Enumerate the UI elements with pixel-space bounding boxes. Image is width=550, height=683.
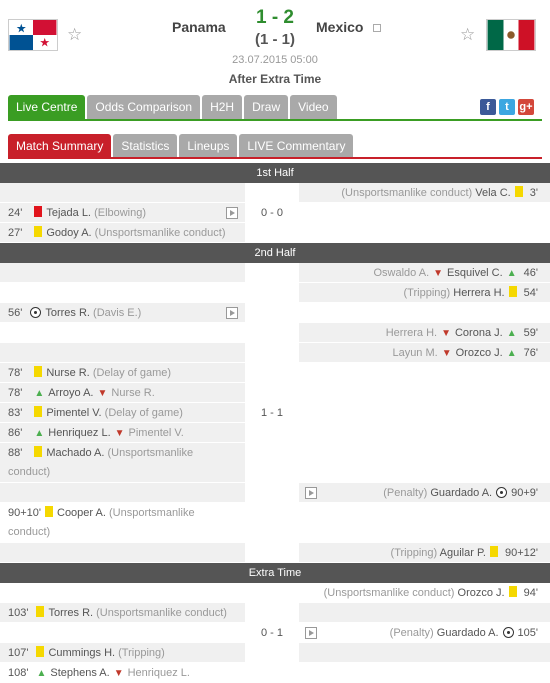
red-card-icon xyxy=(34,206,43,217)
match-status: After Extra Time xyxy=(228,72,322,86)
yellow-card-icon xyxy=(36,646,45,657)
sub-tabs: Match Summary Statistics Lineups LIVE Co… xyxy=(8,134,354,158)
social-share: f t g+ xyxy=(480,99,534,115)
match-events: 1st Half (Unsportsmanlike conduct) Vela … xyxy=(0,163,550,683)
yellow-card-icon xyxy=(514,186,523,197)
section-second-half: 2nd Half xyxy=(0,243,550,263)
yellow-card-icon xyxy=(34,366,43,377)
goal-ball-icon xyxy=(496,487,508,498)
sub-out-arrow-icon: ▼ xyxy=(433,268,444,279)
sub-out-arrow-icon: ▼ xyxy=(113,668,124,679)
favorite-away-star-icon[interactable]: ☆ xyxy=(460,25,475,45)
first-half-score: 0 - 0 xyxy=(245,183,299,243)
sub-out-arrow-icon: ▼ xyxy=(97,388,108,399)
tab-statistics[interactable]: Statistics xyxy=(113,134,178,158)
tab-live-centre[interactable]: Live Centre xyxy=(8,95,86,119)
tab-h2h[interactable]: H2H xyxy=(202,95,243,119)
yellow-card-icon xyxy=(36,606,45,617)
second-half-score: 1 - 1 xyxy=(245,263,299,563)
tab-live-commentary[interactable]: LIVE Commentary xyxy=(239,134,354,158)
video-play-icon[interactable] xyxy=(226,307,238,319)
sub-out-arrow-icon: ▼ xyxy=(114,428,125,439)
sub-in-arrow-icon: ▲ xyxy=(506,328,517,339)
google-plus-icon[interactable]: g+ xyxy=(518,99,534,115)
sub-in-arrow-icon: ▲ xyxy=(506,268,517,279)
facebook-icon[interactable]: f xyxy=(480,99,496,115)
yellow-card-icon xyxy=(34,406,43,417)
tab-lineups[interactable]: Lineups xyxy=(179,134,238,158)
sub-in-arrow-icon: ▲ xyxy=(36,668,47,679)
sub-out-arrow-icon: ▼ xyxy=(441,348,452,359)
away-team-info-icon xyxy=(373,24,381,32)
match-date: 23.07.2015 05:00 xyxy=(232,54,318,66)
yellow-card-icon xyxy=(508,586,517,597)
goal-ball-icon xyxy=(30,307,42,318)
extra-time-score: 0 - 1 xyxy=(245,583,299,683)
away-team-name[interactable]: Mexico xyxy=(316,19,363,35)
sub-tabs-underline xyxy=(8,157,542,159)
twitter-icon[interactable]: t xyxy=(499,99,515,115)
sub-out-arrow-icon: ▼ xyxy=(441,328,451,339)
sub-in-arrow-icon: ▲ xyxy=(34,428,45,439)
tab-draw[interactable]: Draw xyxy=(244,95,289,119)
goal-ball-icon xyxy=(502,627,514,638)
yellow-card-icon xyxy=(34,226,43,237)
mexico-flag-icon xyxy=(486,19,536,51)
sub-in-arrow-icon: ▲ xyxy=(506,348,517,359)
second-half-block: Oswaldo A. ▼ Esquivel C. ▲ 46' (Tripping) H… xyxy=(0,263,550,563)
main-tabs-underline xyxy=(8,119,542,121)
extra-time-block: (Unsportsmanlike conduct) Orozco J. 94' … xyxy=(0,583,550,683)
tab-odds-comparison[interactable]: Odds Comparison xyxy=(87,95,201,119)
video-play-icon[interactable] xyxy=(226,207,238,219)
yellow-card-icon xyxy=(489,546,498,557)
section-extra-time: Extra Time xyxy=(0,563,550,583)
main-tabs: Live Centre Odds Comparison H2H Draw Vid… xyxy=(8,95,337,119)
yellow-card-icon xyxy=(34,446,43,457)
section-first-half: 1st Half xyxy=(0,163,550,183)
tab-video[interactable]: Video xyxy=(290,95,337,119)
yellow-card-icon xyxy=(45,506,53,517)
tab-match-summary[interactable]: Match Summary xyxy=(8,134,112,158)
first-half-block: (Unsportsmanlike conduct) Vela C. 3' 24'… xyxy=(0,183,550,243)
sub-in-arrow-icon: ▲ xyxy=(34,388,45,399)
match-header: ☆ Panama 1 - 2 (1 - 1) Mexico ☆ 23.07.20… xyxy=(0,0,550,92)
yellow-card-icon xyxy=(508,286,517,297)
